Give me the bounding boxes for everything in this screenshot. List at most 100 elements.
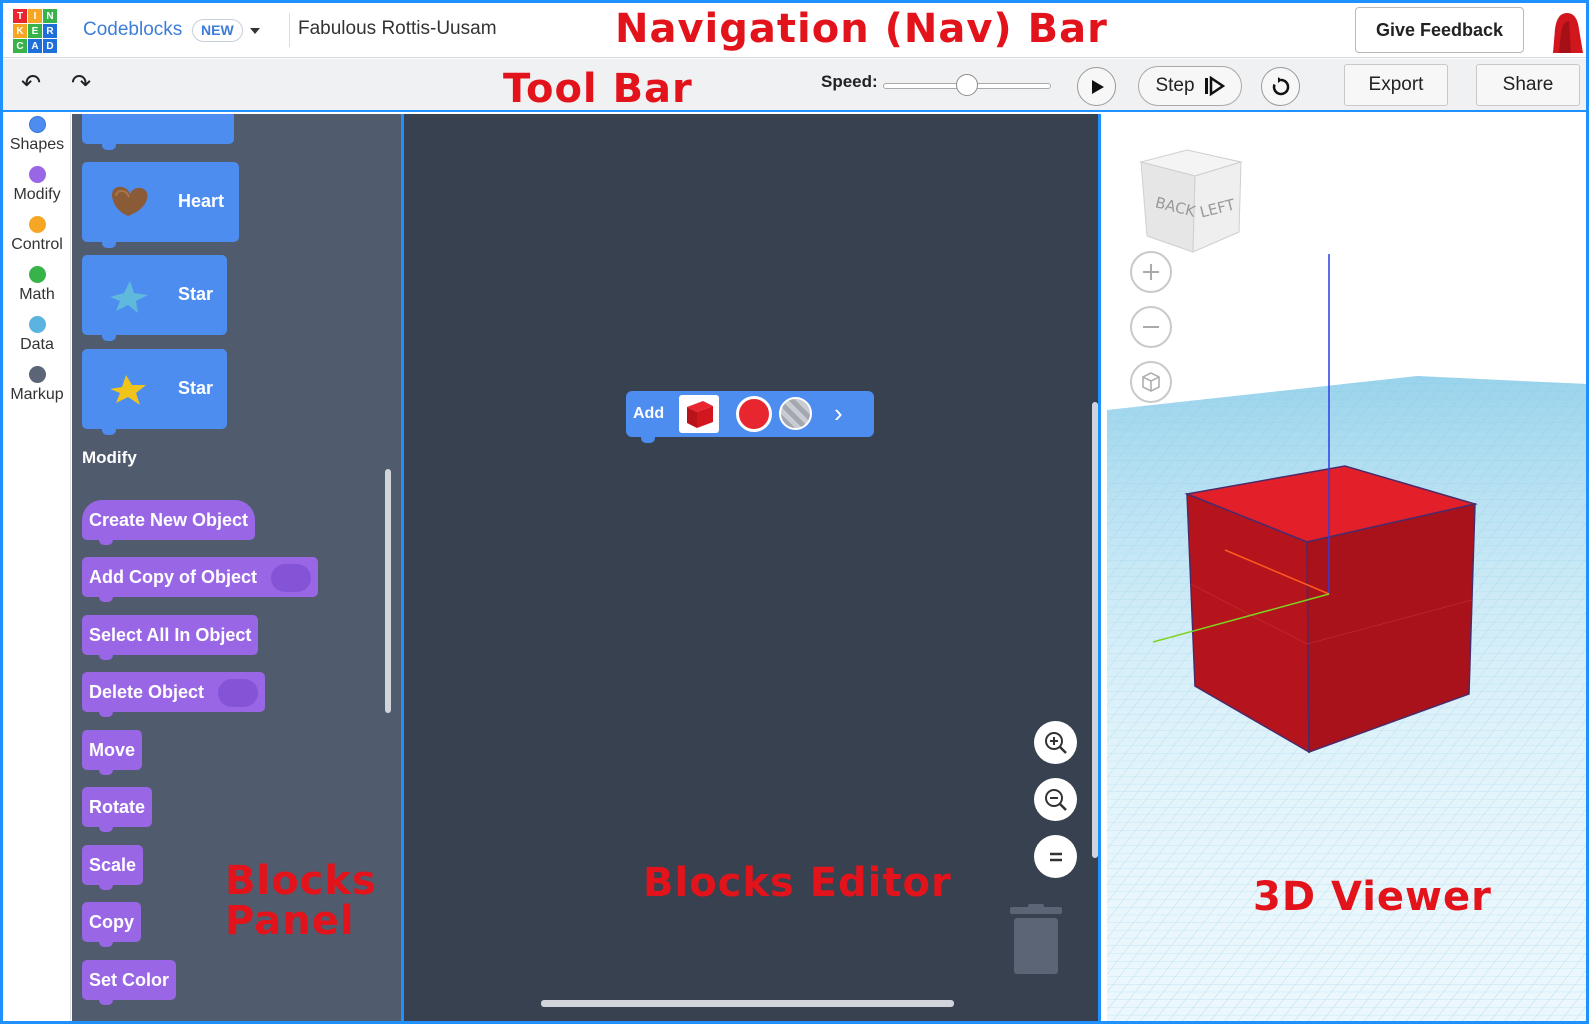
annotation-line: Blocks	[225, 858, 377, 904]
zoom-in-icon	[1044, 731, 1067, 754]
category-markup[interactable]: Markup	[3, 366, 71, 404]
block-label: Star	[178, 378, 214, 398]
add-shape-block[interactable]: Add ›	[626, 391, 874, 443]
logo-letter: I	[28, 9, 42, 23]
project-name[interactable]: Fabulous Rottis-Uusam	[298, 18, 497, 40]
reset-icon	[1272, 76, 1289, 95]
move-block[interactable]: Move	[82, 730, 143, 775]
redo-icon[interactable]: ↷	[71, 72, 91, 96]
shape-block-partial[interactable]	[82, 114, 234, 150]
category-dot	[28, 316, 46, 333]
annotation-nav-bar: Navigation (Nav) Bar	[615, 6, 1108, 52]
app-frame: T I N K E R C A D Codeblocks NEW Fabulou…	[0, 0, 1589, 1024]
speed-slider-thumb[interactable]	[956, 74, 978, 96]
select-all-in-object-block[interactable]: Select All In Object	[82, 615, 259, 660]
viewer-home-view-button[interactable]	[1130, 361, 1172, 403]
heart-icon	[112, 186, 148, 216]
category-control[interactable]: Control	[3, 216, 71, 254]
view-cube[interactable]: BACK LEFT	[1139, 149, 1243, 253]
trash-icon[interactable]	[1008, 904, 1064, 974]
shape-block-heart[interactable]: Heart	[82, 162, 239, 248]
category-math[interactable]: Math	[3, 266, 71, 304]
panel-scrollbar[interactable]	[385, 469, 391, 713]
give-feedback-button[interactable]: Give Feedback	[1355, 7, 1524, 53]
delete-object-block[interactable]: Delete Object	[82, 672, 266, 717]
block-label: Set Color	[89, 970, 170, 990]
category-label: Markup	[10, 386, 64, 403]
shape-block-star[interactable]: Star	[82, 255, 227, 341]
block-categories: Shapes Modify Control Math Data Markup	[3, 114, 71, 1021]
tool-bar: ↶ ↷ Speed: Step Export Share	[3, 59, 1586, 112]
annotation-tool-bar: Tool Bar	[503, 66, 693, 112]
plus-icon	[1143, 264, 1159, 280]
star-icon	[110, 281, 148, 313]
category-dot	[28, 166, 46, 183]
nav-divider	[289, 13, 290, 47]
reset-button[interactable]	[1261, 67, 1300, 106]
share-button[interactable]: Share	[1476, 64, 1580, 106]
category-label: Modify	[13, 186, 61, 203]
block-label: Rotate	[89, 797, 146, 817]
export-button[interactable]: Export	[1344, 64, 1448, 106]
rotate-block[interactable]: Rotate	[82, 787, 153, 832]
logo-letter: D	[43, 39, 57, 53]
play-button[interactable]	[1077, 67, 1116, 106]
shape-selector[interactable]	[679, 395, 719, 433]
logo-letter: R	[43, 24, 57, 38]
viewer-zoom-in-button[interactable]	[1130, 251, 1172, 293]
annotation-3d-viewer: 3D Viewer	[1253, 874, 1492, 920]
category-label: Data	[20, 336, 54, 353]
block-label: Scale	[89, 855, 137, 875]
category-dot	[28, 266, 46, 283]
zoom-in-button[interactable]	[1034, 721, 1077, 764]
cube-view-icon	[1142, 372, 1160, 392]
copy-block[interactable]: Copy	[82, 902, 141, 947]
editor-horizontal-scrollbar[interactable]	[541, 1000, 954, 1007]
block-label: Copy	[89, 912, 134, 932]
block-label: Create New Object	[89, 510, 249, 530]
block-input-slot[interactable]	[218, 679, 259, 708]
category-modify[interactable]: Modify	[3, 166, 71, 204]
tinkercad-logo[interactable]: T I N K E R C A D	[13, 9, 57, 53]
viewer-zoom-out-button[interactable]	[1130, 306, 1172, 348]
equals-icon	[1049, 852, 1062, 861]
category-shapes[interactable]: Shapes	[3, 116, 71, 154]
block-label: Heart	[178, 191, 225, 211]
step-label: Step	[1155, 75, 1195, 96]
app-name-link[interactable]: Codeblocks	[83, 19, 182, 41]
annotation-line: Panel	[225, 898, 355, 944]
color-picker[interactable]	[736, 396, 772, 432]
hole-toggle[interactable]	[779, 397, 812, 430]
user-avatar[interactable]	[1545, 9, 1585, 54]
logo-letter: C	[13, 39, 27, 53]
step-icon	[1204, 76, 1225, 96]
scale-block[interactable]: Scale	[82, 845, 144, 890]
red-box-object[interactable]	[1152, 254, 1478, 754]
block-input-slot[interactable]	[271, 564, 311, 593]
logo-letter: E	[28, 24, 42, 38]
modify-section-title: Modify	[82, 448, 137, 467]
add-copy-of-object-block[interactable]: Add Copy of Object	[82, 557, 318, 602]
add-block-label: Add	[633, 405, 665, 422]
block-label: Delete Object	[89, 682, 205, 702]
step-button[interactable]: Step	[1138, 66, 1242, 106]
annotation-blocks-editor: Blocks Editor	[643, 860, 952, 906]
set-color-block[interactable]: Set Color	[82, 960, 177, 1005]
minus-icon	[1143, 326, 1159, 328]
chevron-right-icon[interactable]: ›	[834, 400, 843, 426]
category-data[interactable]: Data	[3, 316, 71, 354]
reset-zoom-button[interactable]	[1034, 835, 1077, 878]
editor-vertical-scrollbar[interactable]	[1092, 402, 1098, 858]
box-icon	[687, 401, 713, 428]
zoom-out-button[interactable]	[1034, 778, 1077, 821]
logo-letter: K	[13, 24, 27, 38]
app-menu-caret-icon[interactable]	[250, 28, 260, 34]
undo-icon[interactable]: ↶	[21, 72, 41, 96]
shape-block-star-2[interactable]: Star	[82, 349, 227, 435]
star-icon	[110, 375, 146, 405]
create-new-object-block[interactable]: Create New Object	[82, 500, 256, 545]
annotation-blocks-panel: Blocks Panel	[225, 858, 377, 944]
speed-label: Speed:	[821, 72, 878, 91]
category-label: Control	[11, 236, 63, 253]
category-label: Shapes	[9, 136, 65, 153]
